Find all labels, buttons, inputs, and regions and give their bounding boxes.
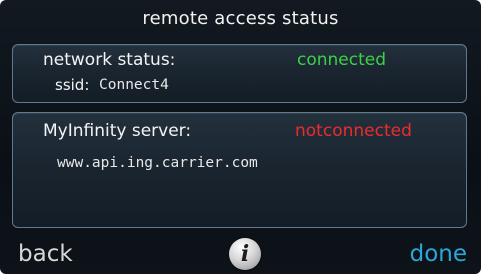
ssid-label: ssid: (55, 76, 90, 94)
done-button[interactable]: done (410, 240, 467, 268)
server-status-panel: MyInfinity server: notconnected www.api.… (12, 112, 467, 228)
ssid-value: Connect4 (99, 77, 169, 93)
info-glyph: i (240, 241, 250, 267)
network-status-panel: network status: connected ssid: Connect4 (12, 44, 467, 103)
server-label: MyInfinity server: (43, 121, 192, 141)
page-title: remote access status (142, 8, 339, 29)
server-address: www.api.ing.carrier.com (57, 155, 258, 171)
network-status-label: network status: (43, 50, 176, 70)
info-icon[interactable]: i (229, 238, 261, 270)
thermostat-screen: remote access status network status: con… (0, 0, 481, 274)
back-button[interactable]: back (18, 240, 73, 268)
network-status-value: connected (297, 50, 387, 70)
server-status-value: notconnected (295, 121, 412, 141)
